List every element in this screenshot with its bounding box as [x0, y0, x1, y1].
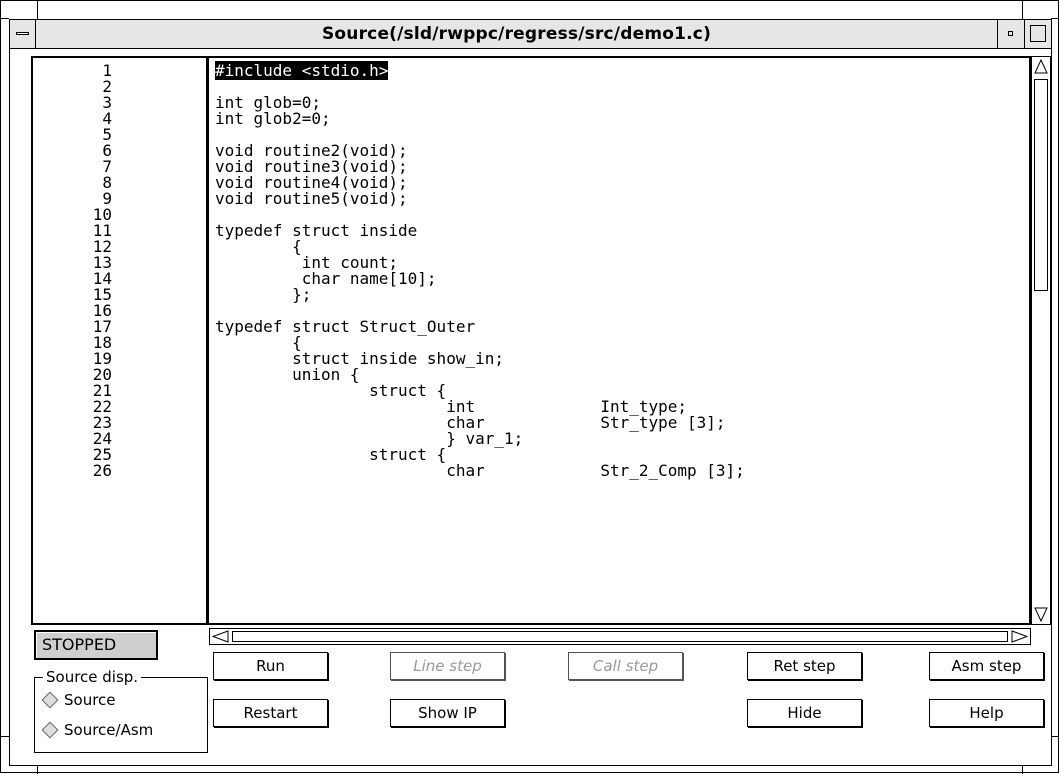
source-disp-group: Source disp. Source Source/Asm: [34, 668, 208, 753]
horizontal-scroll-thumb[interactable]: [232, 631, 1008, 642]
client-area: 1 2 3 4 5 6 7 8 9 10 11 12 13 14 15 16 17 18 19 20 21 22 23 24 2…: [9, 49, 1052, 766]
show-ip-button[interactable]: Show IP: [390, 699, 505, 727]
line-number: 9: [102, 189, 112, 208]
frame-corner: [1051, 736, 1059, 737]
line-number: 8: [102, 173, 112, 192]
code-line[interactable]: [215, 79, 1029, 95]
line-number: 1: [102, 61, 112, 80]
code-line[interactable]: int glob=0;: [215, 95, 1029, 111]
line-number: 7: [102, 157, 112, 176]
code-line[interactable]: typedef struct inside: [215, 223, 1029, 239]
window-title: Source(/sld/rwppc/regress/src/demo1.c): [321, 24, 712, 44]
line-number: 25: [92, 445, 112, 464]
window-menu-button[interactable]: [10, 20, 36, 48]
radio-diamond-icon: [41, 721, 59, 739]
scroll-up-arrow-icon[interactable]: [1034, 59, 1048, 75]
restart-button[interactable]: Restart: [213, 699, 328, 727]
line-number-pane: 1 2 3 4 5 6 7 8 9 10 11 12 13 14 15 16 17 18 19 20 21 22 23 24 2…: [31, 56, 208, 625]
minimize-icon: [1008, 31, 1013, 36]
line-step-button[interactable]: Line step: [390, 652, 505, 680]
line-number: 22: [92, 397, 112, 416]
code-line[interactable]: char Str_2_Comp [3];: [215, 463, 1029, 479]
line-number: 23: [92, 413, 112, 432]
line-number: 3: [102, 93, 112, 112]
line-number: 11: [92, 221, 112, 240]
line-number: 16: [92, 301, 112, 320]
source-code-pane[interactable]: #include <stdio.h> int glob=0; int glob2=0…: [207, 56, 1031, 625]
radio-source-asm-label: Source/Asm: [64, 721, 154, 739]
line-number: 6: [102, 141, 112, 160]
call-step-button[interactable]: Call step: [568, 652, 683, 680]
line-number: 13: [92, 253, 112, 272]
source-code-list: #include <stdio.h> int glob=0; int glob2=0…: [215, 61, 1029, 479]
vertical-scroll-thumb[interactable]: [1034, 79, 1048, 291]
window-menu-icon: [16, 32, 29, 35]
maximize-icon: [1030, 25, 1046, 42]
ret-step-button[interactable]: Ret step: [747, 652, 862, 680]
frame-corner: [1051, 18, 1059, 19]
frame-corner: [1022, 1, 1023, 19]
line-number: 26: [92, 461, 112, 480]
line-number: 5: [102, 125, 112, 144]
horizontal-scrollbar[interactable]: [209, 628, 1031, 645]
line-number: 2: [102, 77, 112, 96]
help-button[interactable]: Help: [929, 699, 1044, 727]
title-bar[interactable]: Source(/sld/rwppc/regress/src/demo1.c): [9, 19, 1052, 49]
source-disp-legend: Source disp.: [43, 668, 142, 686]
line-number: 21: [92, 381, 112, 400]
line-number-list: 1 2 3 4 5 6 7 8 9 10 11 12 13 14 15 16 17 18 19 20 21 22 23 24 2…: [33, 63, 206, 479]
code-line[interactable]: int glob2=0;: [215, 111, 1029, 127]
code-line[interactable]: char name[10];: [215, 271, 1029, 287]
line-number: 14: [92, 269, 112, 288]
line-number: 19: [92, 349, 112, 368]
radio-source-asm[interactable]: Source/Asm: [41, 720, 153, 740]
code-line[interactable]: void routine5(void);: [215, 191, 1029, 207]
line-number: 10: [92, 205, 112, 224]
radio-source-label: Source: [64, 691, 116, 709]
line-number: 15: [92, 285, 112, 304]
scroll-left-arrow-icon[interactable]: [212, 630, 230, 643]
code-line[interactable]: #include <stdio.h>: [215, 61, 1029, 80]
scroll-down-arrow-icon[interactable]: [1034, 606, 1048, 622]
vertical-scrollbar[interactable]: [1031, 56, 1051, 625]
maximize-button[interactable]: [1024, 20, 1051, 48]
line-number: 17: [92, 317, 112, 336]
line-number: 4: [102, 109, 112, 128]
line-number: 12: [92, 237, 112, 256]
frame-corner: [1, 18, 9, 19]
code-line[interactable]: };: [215, 287, 1029, 303]
line-number: 24: [92, 429, 112, 448]
current-line-highlight: #include <stdio.h>: [215, 61, 389, 80]
run-button[interactable]: Run: [213, 652, 328, 680]
frame-corner: [37, 1, 38, 19]
source-window: Source(/sld/rwppc/regress/src/demo1.c) 1…: [0, 0, 1059, 774]
line-number: 20: [92, 365, 112, 384]
radio-diamond-icon: [41, 691, 59, 709]
minimize-button[interactable]: [997, 20, 1024, 48]
line-number: 18: [92, 333, 112, 352]
code-line[interactable]: typedef struct Struct_Outer: [215, 319, 1029, 335]
status-indicator: STOPPED: [34, 630, 158, 660]
radio-source[interactable]: Source: [41, 690, 116, 710]
hide-button[interactable]: Hide: [747, 699, 862, 727]
asm-step-button[interactable]: Asm step: [929, 652, 1044, 680]
scroll-right-arrow-icon[interactable]: [1010, 630, 1028, 643]
frame-corner: [1, 736, 9, 737]
